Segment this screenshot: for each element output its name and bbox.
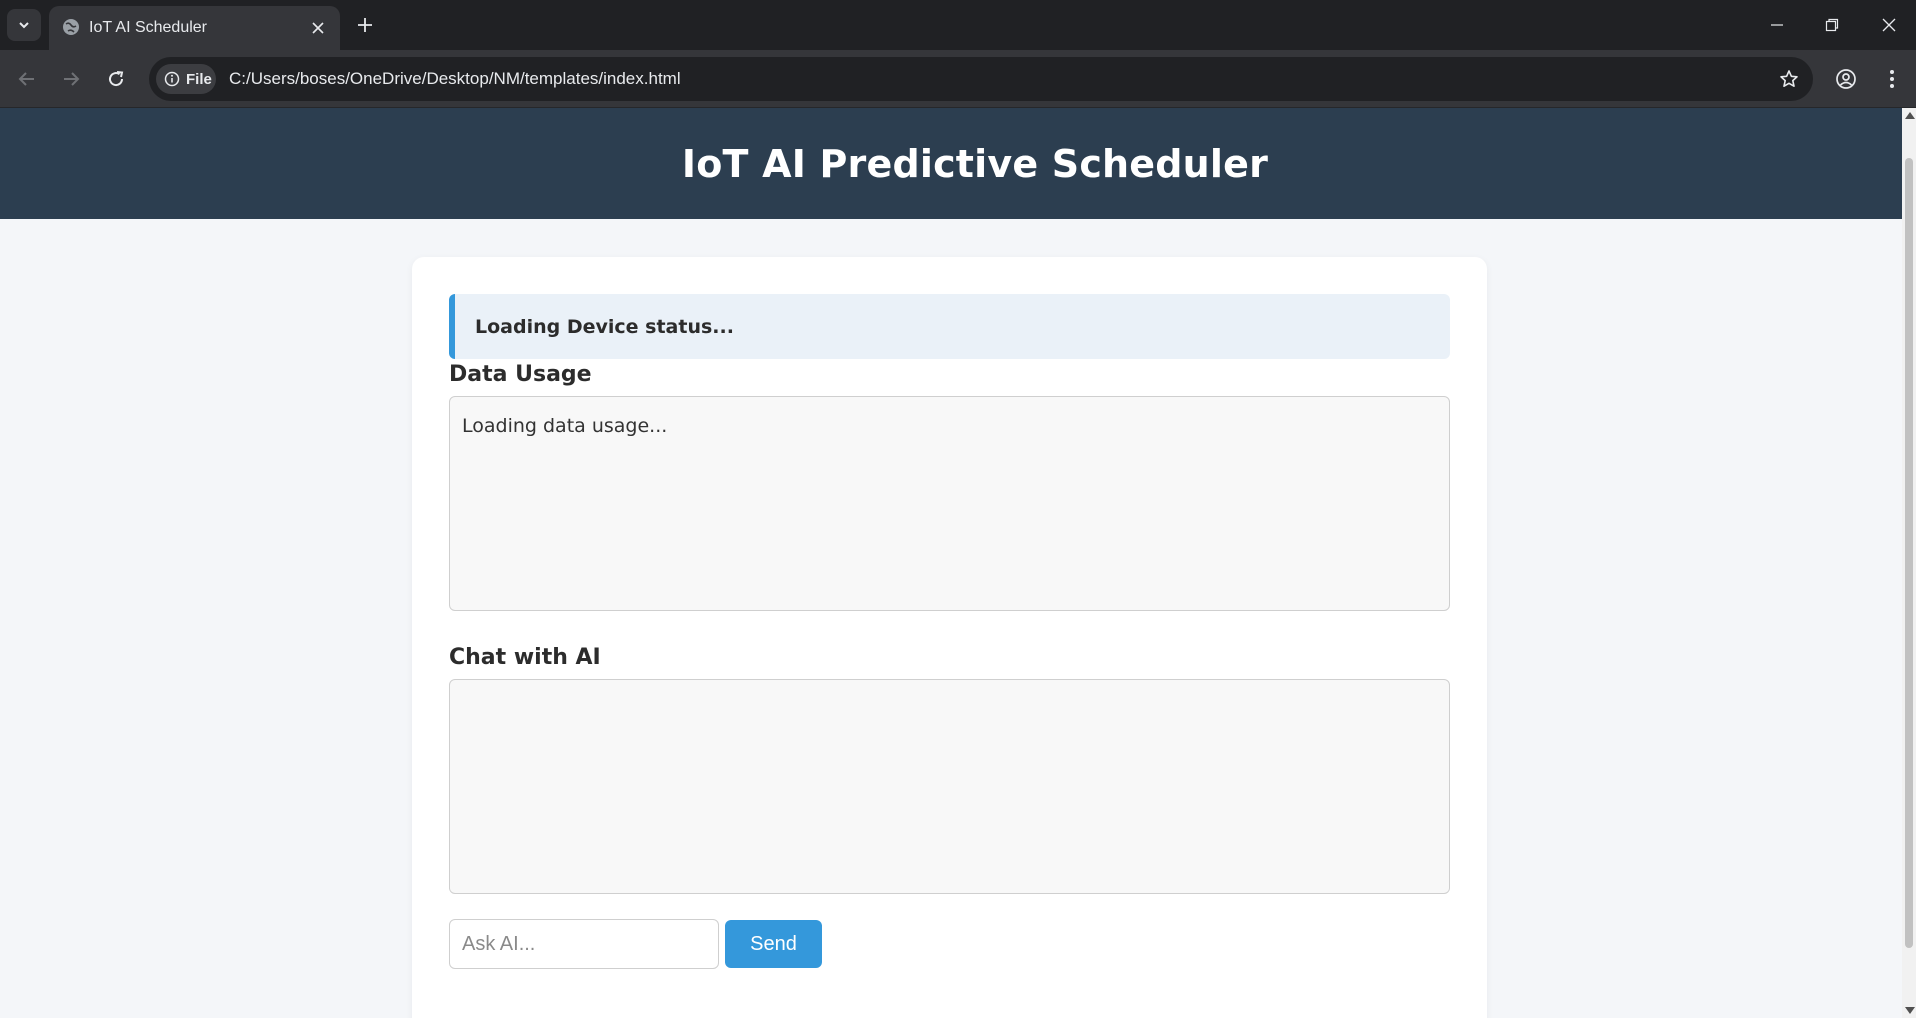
new-tab-button[interactable] [352, 12, 378, 38]
plus-icon [358, 18, 372, 32]
main-card: Loading Device status... Data Usage Load… [412, 257, 1487, 1018]
globe-icon [63, 19, 79, 35]
arrow-left-icon [18, 72, 34, 86]
tab-strip: IoT AI Scheduler [0, 0, 1916, 50]
scroll-up-arrow-icon[interactable] [1905, 112, 1915, 119]
reload-button[interactable] [99, 62, 133, 96]
vertical-scrollbar[interactable] [1902, 108, 1916, 1018]
scroll-down-arrow-icon[interactable] [1905, 1007, 1915, 1014]
bookmark-button[interactable] [1775, 65, 1803, 93]
back-button[interactable] [10, 62, 44, 96]
restore-button[interactable] [1814, 10, 1850, 40]
device-status-box: Loading Device status... [449, 294, 1450, 359]
site-info-chip[interactable]: File [156, 64, 216, 94]
minimize-button[interactable] [1759, 10, 1795, 40]
send-button[interactable]: Send [725, 920, 822, 968]
chat-heading: Chat with AI [449, 645, 601, 670]
star-icon [1780, 70, 1798, 87]
data-usage-heading: Data Usage [449, 362, 592, 387]
minimize-icon [1771, 24, 1783, 26]
info-icon [164, 71, 180, 87]
device-status-text: Loading Device status... [475, 315, 734, 338]
restore-icon [1825, 18, 1839, 32]
kebab-menu-icon [1890, 70, 1894, 88]
chat-log-panel[interactable] [449, 679, 1450, 894]
forward-button[interactable] [54, 62, 88, 96]
scroll-thumb[interactable] [1905, 158, 1913, 948]
tab-search-button[interactable] [7, 9, 41, 41]
browser-tab[interactable]: IoT AI Scheduler [49, 6, 340, 50]
page-title: IoT AI Predictive Scheduler [681, 141, 1269, 186]
page-viewport: IoT AI Predictive Scheduler Loading Devi… [0, 108, 1902, 1018]
tab-title: IoT AI Scheduler [89, 19, 207, 36]
address-bar[interactable]: File C:/Users/boses/OneDrive/Desktop/NM/… [149, 57, 1813, 101]
data-usage-text: Loading data usage... [462, 415, 668, 437]
reload-icon [109, 71, 124, 87]
profile-icon [1836, 69, 1856, 89]
close-tab-icon[interactable] [307, 17, 329, 39]
ask-ai-input[interactable] [449, 919, 719, 969]
arrow-right-icon [64, 72, 80, 86]
profile-button[interactable] [1829, 62, 1863, 96]
close-icon [1882, 18, 1896, 32]
data-usage-panel[interactable]: Loading data usage... [449, 396, 1450, 611]
browser-toolbar: File C:/Users/boses/OneDrive/Desktop/NM/… [0, 50, 1916, 108]
site-chip-label: File [186, 70, 212, 88]
menu-button[interactable] [1875, 62, 1909, 96]
page-header: IoT AI Predictive Scheduler [0, 108, 1902, 219]
chevron-down-icon [19, 22, 29, 29]
url-text[interactable]: C:/Users/boses/OneDrive/Desktop/NM/templ… [229, 69, 681, 89]
close-window-button[interactable] [1871, 10, 1907, 40]
